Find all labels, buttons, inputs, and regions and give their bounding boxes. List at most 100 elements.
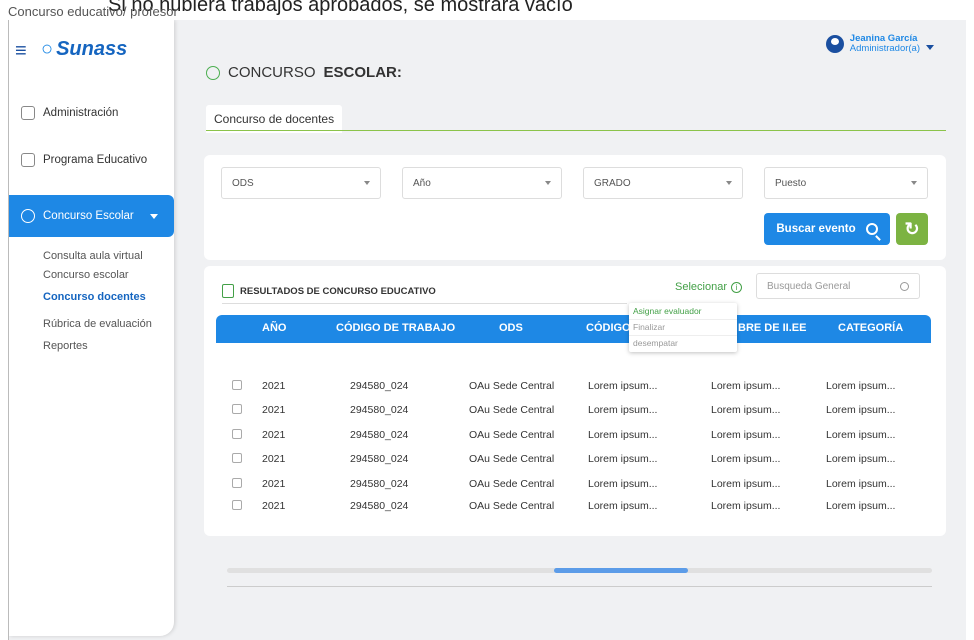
dropdown-item-asignar-evaluador[interactable]: Asignar evaluador xyxy=(633,306,702,316)
app-frame: ≡ ○ Sunass Administración Programa Educat… xyxy=(8,20,966,640)
table-cell: Lorem ipsum... xyxy=(588,500,658,512)
subitem-concurso-escolar[interactable]: Concurso escolar xyxy=(43,269,129,281)
table-cell: Lorem ipsum... xyxy=(711,429,781,441)
program-icon xyxy=(21,153,35,167)
results-title: RESULTADOS DE CONCURSO EDUCATIVO xyxy=(222,284,436,298)
search-button[interactable]: Buscar evento xyxy=(764,213,890,245)
page-title: CONCURSO ESCOLAR: xyxy=(206,64,402,81)
row-checkbox[interactable] xyxy=(232,380,242,390)
row-checkbox[interactable] xyxy=(232,429,242,439)
row-checkbox[interactable] xyxy=(232,453,242,463)
filters-panel: ODS Año GRADO Puesto Buscar evento ↻ xyxy=(204,155,946,260)
column-header[interactable]: CÓDIGO DE TRABAJO xyxy=(336,322,455,334)
table-cell: OAu Sede Central xyxy=(469,453,555,465)
sidebar-item-administracion[interactable]: Administración xyxy=(21,106,118,120)
table-cell: 294580_024 xyxy=(350,380,409,392)
column-header[interactable]: AÑO xyxy=(262,322,286,334)
dropdown-item-desempatar[interactable]: desempatar xyxy=(633,338,678,348)
table-cell: 294580_024 xyxy=(350,429,409,441)
table-row[interactable]: 2021 294580_024 OAu Sede Central Lorem ipsu… xyxy=(216,425,931,449)
column-header[interactable]: CATEGORÍA xyxy=(838,322,903,334)
table-cell: Lorem ipsum... xyxy=(588,404,658,416)
global-search-input[interactable]: Busqueda General xyxy=(756,273,920,299)
dropdown-item-finalizar[interactable]: Finalizar xyxy=(633,322,665,332)
sidebar-item-programa-educativo[interactable]: Programa Educativo xyxy=(21,153,147,167)
chevron-down-icon xyxy=(545,181,551,185)
table-cell: Lorem ipsum... xyxy=(711,453,781,465)
table-cell: Lorem ipsum... xyxy=(711,478,781,490)
table-row[interactable]: 2021 294580_024 OAu Sede Central Lorem ipsu… xyxy=(216,474,931,498)
subitem-rubrica-evaluacion[interactable]: Rúbrica de evaluación xyxy=(43,318,152,330)
horizontal-scrollbar[interactable] xyxy=(227,568,932,573)
ods-select[interactable]: ODS xyxy=(221,167,381,199)
table-cell: 2021 xyxy=(262,429,286,441)
subitem-concurso-docentes[interactable]: Concurso docentes xyxy=(43,291,146,303)
anio-select[interactable]: Año xyxy=(402,167,562,199)
tab-concurso-docentes[interactable]: Concurso de docentes xyxy=(206,105,343,133)
divider xyxy=(629,335,737,336)
table-cell: Lorem ipsum... xyxy=(588,478,658,490)
user-role: Administrador(a) xyxy=(849,43,920,54)
tab-underline xyxy=(206,130,946,131)
admin-icon xyxy=(21,106,35,120)
table-cell: Lorem ipsum... xyxy=(711,404,781,416)
table-cell: Lorem ipsum... xyxy=(588,429,658,441)
sidebar-item-label: Concurso Escolar xyxy=(43,210,134,222)
table-cell: 294580_024 xyxy=(350,478,409,490)
selecionar-dropdown: Asignar evaluador Finalizar desempatar xyxy=(629,303,737,352)
table-row[interactable]: 2021 294580_024 OAu Sede Central Lorem ipsu… xyxy=(216,496,931,520)
grado-select[interactable]: GRADO xyxy=(583,167,743,199)
table-cell: OAu Sede Central xyxy=(469,380,555,392)
table-cell: Lorem ipsum... xyxy=(711,500,781,512)
info-icon: i xyxy=(730,281,742,293)
row-checkbox[interactable] xyxy=(232,404,242,414)
award-icon xyxy=(206,65,220,80)
menu-icon[interactable]: ≡ xyxy=(15,40,27,63)
table-cell: Lorem ipsum... xyxy=(711,380,781,392)
sidebar: ≡ ○ Sunass Administración Programa Educat… xyxy=(9,20,174,636)
subitem-reportes[interactable]: Reportes xyxy=(43,340,88,352)
table-cell: 2021 xyxy=(262,478,286,490)
puesto-select[interactable]: Puesto xyxy=(764,167,928,199)
chevron-down-icon xyxy=(926,44,934,50)
table-cell: 294580_024 xyxy=(350,453,409,465)
table-cell: 2021 xyxy=(262,453,286,465)
table-cell: OAu Sede Central xyxy=(469,404,555,416)
table-cell: OAu Sede Central xyxy=(469,478,555,490)
chevron-down-icon xyxy=(726,181,732,185)
table-cell: Lorem ipsum... xyxy=(826,500,896,512)
scrollbar-thumb[interactable] xyxy=(554,568,688,573)
row-checkbox[interactable] xyxy=(232,478,242,488)
chevron-down-icon xyxy=(911,181,917,185)
table-row[interactable]: 2021 294580_024 OAu Sede Central Lorem ipsu… xyxy=(216,449,931,473)
divider xyxy=(222,303,627,304)
user-menu[interactable]: Jeanina García Administrador(a) xyxy=(825,34,934,54)
table-cell: OAu Sede Central xyxy=(469,500,555,512)
sidebar-item-concurso-escolar[interactable]: Concurso Escolar xyxy=(9,195,174,237)
row-checkbox[interactable] xyxy=(232,500,242,510)
table-cell: Lorem ipsum... xyxy=(826,404,896,416)
table-cell: 294580_024 xyxy=(350,404,409,416)
table-header: AÑO CÓDIGO DE TRABAJO ODS CÓDIGO I BRE D… xyxy=(216,315,931,343)
drop-icon: ○ xyxy=(41,38,54,60)
column-header[interactable]: ODS xyxy=(499,322,523,334)
refresh-button[interactable]: ↻ xyxy=(896,213,928,245)
search-icon xyxy=(900,281,909,291)
logo[interactable]: ○ Sunass xyxy=(41,38,127,61)
results-panel: RESULTADOS DE CONCURSO EDUCATIVO Selecio… xyxy=(204,266,946,536)
chevron-down-icon xyxy=(149,213,158,219)
sidebar-item-label: Administración xyxy=(43,107,119,119)
table-row[interactable]: 2021 294580_024 OAu Sede Central Lorem ipsu… xyxy=(216,376,931,400)
column-header[interactable]: BRE DE II.EE xyxy=(738,322,806,334)
selecionar-button[interactable]: Selecionar i xyxy=(675,281,742,293)
subitem-consulta-aula-virtual[interactable]: Consulta aula virtual xyxy=(43,250,143,262)
sidebar-item-label: Programa Educativo xyxy=(43,154,148,166)
table-cell: Lorem ipsum... xyxy=(826,380,896,392)
table-cell: 2021 xyxy=(262,500,286,512)
table-row[interactable]: 2021 294580_024 OAu Sede Central Lorem ipsu… xyxy=(216,400,931,424)
table-cell: Lorem ipsum... xyxy=(826,478,896,490)
table-cell: Lorem ipsum... xyxy=(826,453,896,465)
divider xyxy=(629,319,737,320)
award-icon xyxy=(21,209,35,223)
table-cell: 294580_024 xyxy=(350,500,409,512)
